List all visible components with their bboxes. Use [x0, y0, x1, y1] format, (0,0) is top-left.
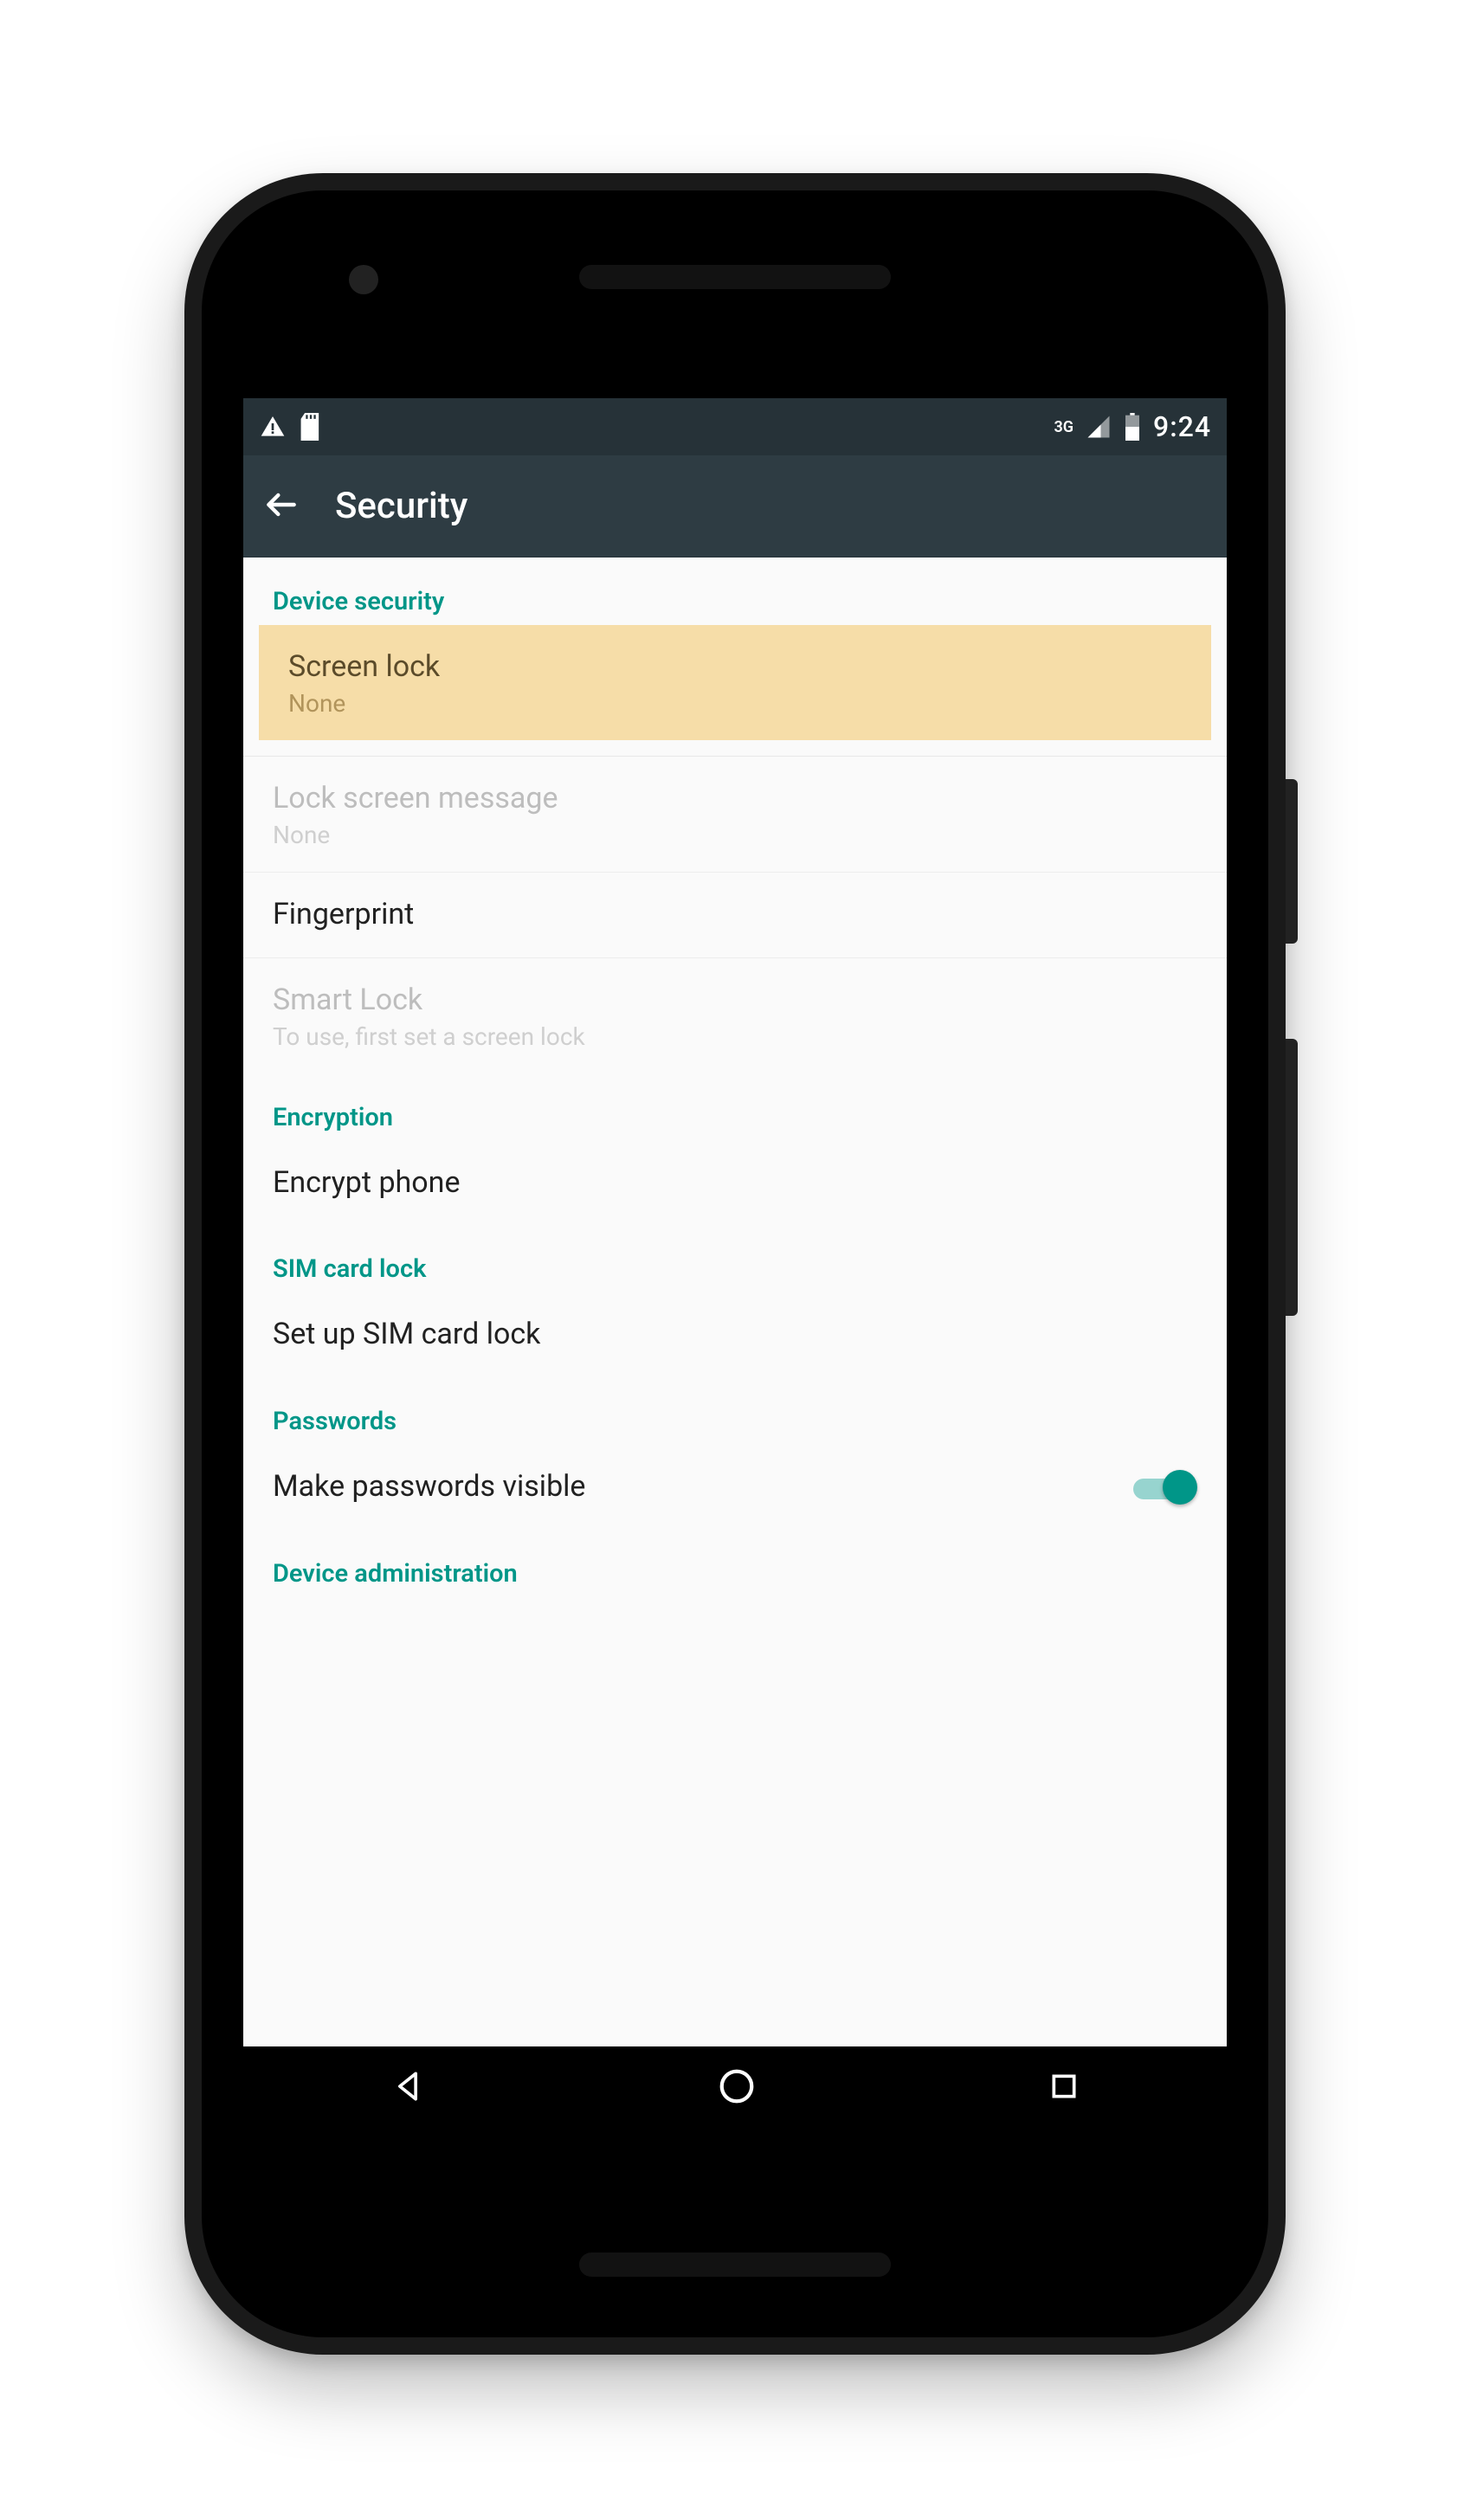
- settings-list: Device security Screen lock None Lock sc…: [243, 557, 1227, 2046]
- setting-title: Fingerprint: [273, 895, 1197, 935]
- setting-title: Encrypt phone: [273, 1163, 1197, 1203]
- setting-title: Make passwords visible: [273, 1467, 585, 1507]
- setting-title: Smart Lock: [273, 981, 1197, 1021]
- nav-recents-icon[interactable]: [1047, 2069, 1081, 2107]
- volume-button: [1286, 1039, 1298, 1316]
- power-button: [1286, 779, 1298, 944]
- section-header-device-security: Device security: [243, 557, 1227, 625]
- setting-title: Set up SIM card lock: [273, 1315, 1197, 1355]
- setting-passwords-visible[interactable]: Make passwords visible: [243, 1445, 1227, 1530]
- back-icon[interactable]: [262, 486, 300, 527]
- app-bar: Security: [243, 455, 1227, 557]
- setting-value: None: [288, 689, 1182, 718]
- setting-title: Lock screen message: [273, 779, 1197, 819]
- setting-screen-lock[interactable]: Screen lock None: [259, 625, 1211, 740]
- page-title: Security: [335, 485, 467, 527]
- sdcard-icon: [299, 413, 323, 441]
- phone-inner: 3G 9:24 Security Devi: [202, 190, 1268, 2337]
- setting-sim-card-lock[interactable]: Set up SIM card lock: [243, 1292, 1227, 1377]
- phone-frame: 3G 9:24 Security Devi: [184, 173, 1286, 2355]
- cell-signal-icon: [1086, 414, 1112, 440]
- front-camera: [349, 265, 378, 294]
- section-header-sim-card-lock: SIM card lock: [243, 1225, 1227, 1292]
- setting-lock-screen-message: Lock screen message None: [243, 757, 1227, 873]
- screen: 3G 9:24 Security Devi: [243, 398, 1227, 2130]
- navigation-bar: [243, 2046, 1227, 2130]
- status-bar: 3G 9:24: [243, 398, 1227, 455]
- earpiece-speaker: [579, 265, 891, 289]
- nav-home-icon[interactable]: [717, 2066, 757, 2110]
- toggle-passwords-visible[interactable]: [1133, 1470, 1197, 1505]
- setting-encrypt-phone[interactable]: Encrypt phone: [243, 1141, 1227, 1226]
- section-header-device-administration: Device administration: [243, 1530, 1227, 1597]
- setting-smart-lock: Smart Lock To use, first set a screen lo…: [243, 958, 1227, 1073]
- battery-icon: [1124, 413, 1141, 441]
- network-type-label: 3G: [1054, 418, 1073, 436]
- setting-value: None: [273, 821, 1197, 849]
- status-clock: 9:24: [1153, 410, 1211, 443]
- section-header-encryption: Encryption: [243, 1073, 1227, 1141]
- setting-title: Screen lock: [288, 648, 1182, 687]
- setting-fingerprint[interactable]: Fingerprint: [243, 873, 1227, 958]
- bottom-speaker: [579, 2253, 891, 2277]
- setting-value: To use, first set a screen lock: [273, 1022, 1197, 1051]
- warning-icon: [259, 413, 287, 441]
- section-header-passwords: Passwords: [243, 1377, 1227, 1445]
- nav-back-icon[interactable]: [389, 2067, 427, 2109]
